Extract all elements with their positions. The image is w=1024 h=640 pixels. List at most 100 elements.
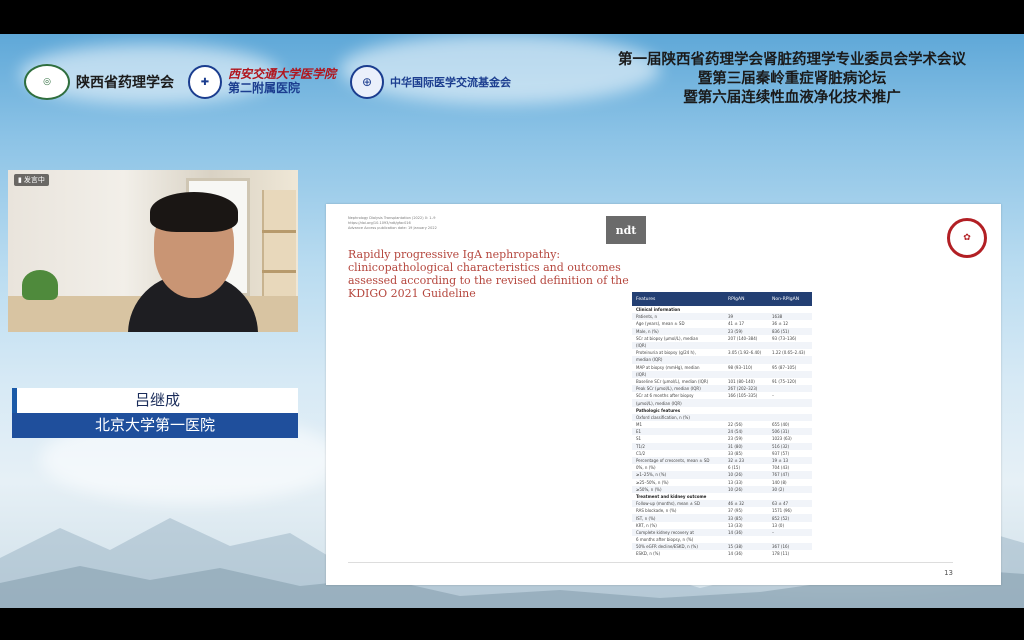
table-row: Oxford classification, n (%) <box>632 413 812 421</box>
table-cell: 655 (40) <box>772 422 790 428</box>
speaker-organization: 北京大学第一医院 <box>12 413 298 438</box>
journal-logo: ndt <box>606 216 646 244</box>
conference-title-line: 暨第三届秦岭重症肾脏病论坛 <box>697 70 887 87</box>
table-cell: 10 (26) <box>728 486 743 492</box>
table-row: (μmol/L), median (IQR) <box>632 399 812 407</box>
table-cell: 33 (85) <box>728 450 743 456</box>
table-cell: 23 (59) <box>728 328 743 334</box>
table-row: Patients, n 39 1638 <box>632 313 812 321</box>
table-cell: 39 <box>728 314 734 320</box>
table-cell: 937 (57) <box>772 450 790 456</box>
table-cell: 32 ± 23 <box>728 458 745 464</box>
speaking-badge: ▮ 发言中 <box>14 174 49 186</box>
table-cell: (μmol/L), median (IQR) <box>636 400 682 406</box>
table-cell: 23 (59) <box>728 436 743 442</box>
table-row: Male, n (%) 23 (59) 836 (51) <box>632 327 812 335</box>
table-row: SCr at biopsy (μmol/L), median 207 (140–3… <box>632 335 812 342</box>
slide-footer-rule <box>348 562 953 563</box>
table-cell: 101 (80–140) <box>728 378 755 384</box>
table-cell: Patients, n <box>636 314 658 320</box>
table-cell: – <box>772 529 774 535</box>
table-cell: IST, n (%) <box>636 515 656 521</box>
table-cell: Peak SCr (μmol/L), median (IQR) <box>636 386 701 392</box>
table-row: Complete kidney recovery at 14 (36) – <box>632 528 812 536</box>
slide-page-number: 13 <box>944 569 953 577</box>
table-cell: 19 ± 13 <box>772 458 789 464</box>
microphone-icon: ▮ <box>18 176 22 184</box>
table-row: 0%, n (%) 6 (15) 704 (43) <box>632 464 812 471</box>
top-letterbox <box>0 0 1024 34</box>
shelf-board <box>262 230 296 233</box>
table-header: Features RPIgAN Non-RPIgAN <box>632 292 812 306</box>
table-row: M1 22 (56) 655 (40) <box>632 421 812 428</box>
table-cell: 3.05 (1.92–6.40) <box>728 350 762 356</box>
table-cell: 516 (32) <box>772 443 790 449</box>
table-cell: 178 (11) <box>772 551 790 557</box>
journal-citation-line: Advance Access publication date: 19 Janu… <box>348 226 437 230</box>
sponsor-logos: ◎ 陕西省药理学会 ✚ 西安交通大学医学院 第二附属医院 ⊕ 中华国际医学交流基… <box>24 62 511 102</box>
table-cell: Percentage of crescents, mean ± SD <box>636 458 710 464</box>
table-cell: 140 (8) <box>772 479 787 485</box>
table-cell: M1 <box>636 422 642 428</box>
table-cell: E1 <box>636 429 642 435</box>
meeting-stage: ◎ 陕西省药理学会 ✚ 西安交通大学医学院 第二附属医院 ⊕ 中华国际医学交流基… <box>0 34 1024 608</box>
pharm-society-name: 陕西省药理学会 <box>76 75 174 91</box>
table-cell: 93 (73–136) <box>772 335 797 341</box>
table-cell: 207 (140–384) <box>728 335 758 341</box>
table-cell: Complete kidney recovery at <box>636 529 694 535</box>
table-row: ESKD, n (%) 14 (36) 178 (11) <box>632 550 812 557</box>
video-plant <box>22 270 58 300</box>
table-cell: T1/2 <box>636 443 645 449</box>
table-row: Age (years), mean ± SD 41 ± 17 36 ± 12 <box>632 320 812 327</box>
table-cell: 22 (56) <box>728 422 743 428</box>
table-cell: 33 (85) <box>728 515 743 521</box>
speaker-hair <box>150 192 238 232</box>
bottom-letterbox <box>0 608 1024 640</box>
table-row: MAP at biopsy (mmHg), median 98 (93–110) 9… <box>632 364 812 371</box>
table-cell: 14 (36) <box>728 529 743 535</box>
table-cell: 13 (33) <box>728 522 743 528</box>
table-cell: Treatment and kidney outcome <box>636 493 707 499</box>
table-cell: 24 (54) <box>728 429 743 435</box>
table-header-cell: Non-RPIgAN <box>772 296 800 302</box>
table-cell: SCr at biopsy (μmol/L), median <box>636 335 699 341</box>
table-cell: (IQR) <box>636 343 647 349</box>
table-cell: 15 (38) <box>728 544 743 550</box>
table-cell: KRT, n (%) <box>636 522 657 528</box>
table-cell: median (IQR) <box>636 357 663 363</box>
table-cell: 704 (43) <box>772 465 790 471</box>
table-row: KRT, n (%) 13 (33) 13 (0) <box>632 522 812 529</box>
table-row: ≥1–25%, n (%) 10 (26) 767 (47) <box>632 471 812 479</box>
table-cell: ESKD, n (%) <box>636 551 661 557</box>
table-cell: 37 (95) <box>728 508 743 514</box>
shared-slide[interactable]: Nephrology Dialysis Transplantation (202… <box>326 204 1001 585</box>
table-cell: S1 <box>636 436 642 442</box>
shelf-board <box>262 270 296 273</box>
table-cell: 767 (47) <box>772 472 790 478</box>
xjtu-hospital-logo: 西安交通大学医学院 第二附属医院 <box>228 67 336 96</box>
society-emblem-icon: ◎ <box>24 64 70 100</box>
xjtu-hospital-name: 第二附属医院 <box>228 81 301 95</box>
table-cell: 506 (31) <box>772 429 790 435</box>
table-cell: 836 (51) <box>772 328 790 334</box>
table-cell: 14 (36) <box>728 551 743 557</box>
table-cell: 0%, n (%) <box>636 465 656 471</box>
table-row: Treatment and kidney outcome <box>632 493 812 500</box>
journal-citation: Nephrology Dialysis Transplantation (202… <box>348 216 488 231</box>
table-cell: 91 (75–120) <box>772 378 797 384</box>
table-cell: 1023 (63) <box>772 436 792 442</box>
table-row: Follow-up (months), mean ± SD 46 ± 32 63 ±… <box>632 500 812 508</box>
table-row: SCr at 6 months after biopsy 166 (105–335… <box>632 392 812 399</box>
table-row: RAS blockade, n (%) 37 (95) 1571 (96) <box>632 507 812 514</box>
table-cell: 367 (16) <box>772 544 790 550</box>
table-row: Baseline SCr (μmol/L), median (IQR) 101 (… <box>632 378 812 385</box>
table-row: T1/2 31 (80) 516 (32) <box>632 442 812 450</box>
speaker-name: 吕继成 <box>12 388 298 413</box>
table-row: C1/2 33 (85) 937 (57) <box>632 450 812 457</box>
speaking-badge-label: 发言中 <box>23 176 45 184</box>
table-cell: (IQR) <box>636 371 647 377</box>
speaker-video[interactable]: ▮ 发言中 <box>8 170 298 332</box>
table-row: 6 months after biopsy, n (%) <box>632 536 812 543</box>
table-cell: 41 ± 17 <box>728 321 745 327</box>
table-cell: ≥1–25%, n (%) <box>636 472 667 478</box>
